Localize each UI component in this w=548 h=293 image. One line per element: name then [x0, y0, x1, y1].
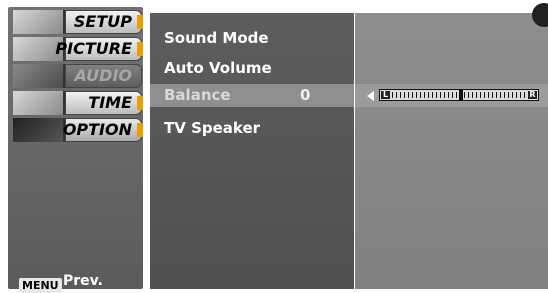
menu-item-option[interactable]: OPTION [13, 118, 143, 142]
left-arrow-icon[interactable] [367, 91, 374, 101]
menu-item-label: AUDIO [74, 66, 133, 85]
menu-item-label: SETUP [73, 12, 132, 31]
balance-slider[interactable]: L R [379, 89, 539, 101]
option-tv-speaker[interactable]: TV Speaker [164, 119, 260, 137]
menu-item-audio[interactable]: AUDIO [13, 64, 142, 88]
balance-detail-panel: L R [355, 3, 548, 289]
slider-right-label: R [528, 90, 537, 99]
corner-decoration [532, 3, 548, 27]
menu-item-label: OPTION [62, 120, 132, 139]
slider-left-label: L [381, 90, 390, 99]
option-auto-volume[interactable]: Auto Volume [164, 59, 272, 77]
menu-item-time[interactable]: TIME [13, 91, 143, 115]
main-menu-panel: SETUP PICTURE AUDIO TIME OPTION MENU Pre… [8, 7, 143, 293]
menu-key-badge[interactable]: MENU [19, 278, 62, 293]
menu-item-setup[interactable]: SETUP [13, 10, 143, 34]
balance-row: L R [355, 84, 548, 107]
prev-label: Prev. [63, 273, 103, 289]
menu-item-label: PICTURE [55, 39, 132, 58]
option-balance-label: Balance [164, 86, 231, 104]
setup-icon [13, 10, 65, 34]
option-sound-mode[interactable]: Sound Mode [164, 29, 269, 47]
menu-item-picture[interactable]: PICTURE [13, 37, 143, 61]
audio-icon [13, 64, 65, 88]
time-icon [13, 91, 65, 115]
menu-item-label: TIME [88, 93, 132, 112]
option-icon [13, 118, 65, 142]
slider-knob[interactable] [459, 90, 463, 100]
audio-options-panel: Sound Mode Auto Volume Balance 0 TV Spea… [150, 13, 354, 289]
option-balance[interactable]: Balance 0 [150, 84, 354, 107]
option-balance-value: 0 [300, 86, 311, 104]
